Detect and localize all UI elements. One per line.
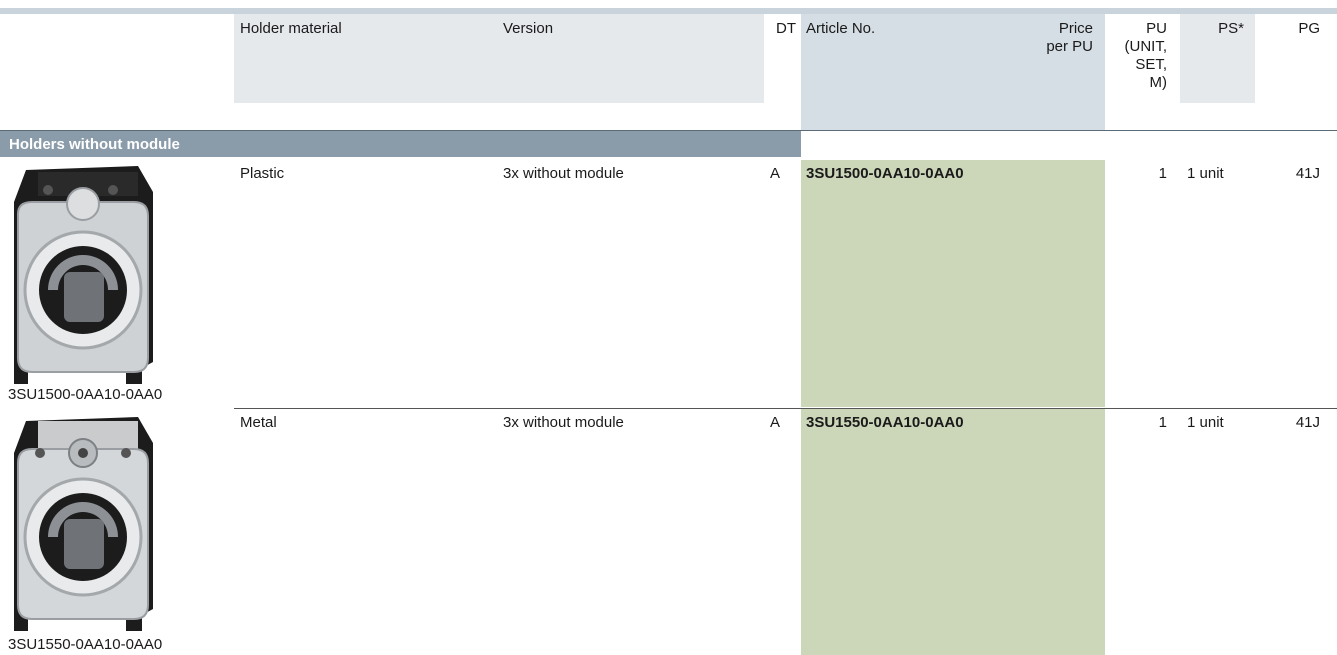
header-holder-material: Holder material xyxy=(240,20,342,37)
image-caption-row-1: 3SU1500-0AA10-0AA0 xyxy=(8,386,163,403)
cell-article-row-1: 3SU1500-0AA10-0AA0 xyxy=(806,165,964,182)
cell-pu-row-2: 1 xyxy=(1158,414,1167,431)
cell-dt-row-2: A xyxy=(770,414,781,431)
cell-version-row-2: 3x without module xyxy=(503,414,624,431)
header-dt: DT xyxy=(776,20,796,37)
cell-material-row-1: Plastic xyxy=(240,165,285,182)
row-divider xyxy=(234,408,1337,409)
cell-pg-row-2: 41J xyxy=(1295,414,1320,431)
plastic-holder-image xyxy=(8,162,158,388)
image-caption-row-2: 3SU1550-0AA10-0AA0 xyxy=(8,636,163,653)
cell-pu-row-1: 1 xyxy=(1158,165,1167,182)
cell-ps-row-1: 1 unit xyxy=(1187,165,1224,182)
cell-material-row-2: Metal xyxy=(240,414,277,431)
header-article-no: Article No. xyxy=(806,20,876,37)
cell-article-row-2: 3SU1550-0AA10-0AA0 xyxy=(806,414,964,431)
cell-ps-row-2: 1 unit xyxy=(1187,414,1224,431)
header-price-per-pu: Price per PU xyxy=(1046,20,1093,55)
article-highlight-row-1 xyxy=(801,160,1105,407)
cell-version-row-1: 3x without module xyxy=(503,165,624,182)
cell-pg-row-1: 41J xyxy=(1295,165,1320,182)
cell-dt-row-1: A xyxy=(770,165,781,182)
article-highlight-row-2 xyxy=(801,409,1105,655)
header-pg: PG xyxy=(1298,20,1320,37)
header-version: Version xyxy=(503,20,554,37)
header-ps: PS* xyxy=(1218,20,1244,37)
metal-holder-image xyxy=(8,413,158,633)
section-title: Holders without module xyxy=(9,136,180,153)
header-pu: PU (UNIT, SET, M) xyxy=(1124,20,1168,91)
